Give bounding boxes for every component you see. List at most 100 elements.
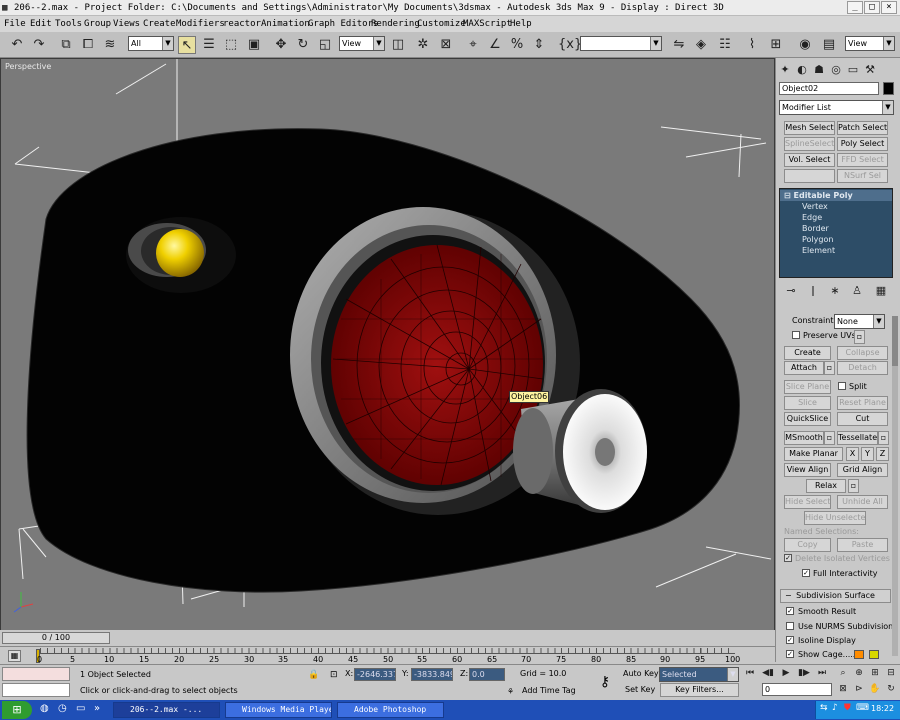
menu-create[interactable]: Create <box>143 16 176 32</box>
stack-editable-poly[interactable]: ⊟ Editable Poly <box>780 190 892 201</box>
bind-spacewarp-icon[interactable]: ≋ <box>101 36 119 54</box>
percent-snap-icon[interactable]: % <box>508 36 526 54</box>
pivot-center-icon[interactable]: ◫ <box>389 36 407 54</box>
select-object-icon[interactable]: ↖ <box>178 36 196 54</box>
planar-z-button[interactable]: Z <box>876 447 889 461</box>
time-slider[interactable]: 0 / 100 <box>2 632 110 644</box>
go-to-end-icon[interactable]: ⏭ <box>814 666 830 680</box>
msmooth-settings-button[interactable]: ▫ <box>824 431 835 445</box>
time-tag-icon[interactable]: ⚘ <box>507 687 517 697</box>
snaps-icon[interactable]: ⌖ <box>464 36 482 54</box>
select-manipulate-icon[interactable]: ✲ <box>414 36 432 54</box>
key-filters-button[interactable]: Key Filters... <box>660 683 739 697</box>
tessellate-button[interactable]: Tessellate <box>837 431 878 445</box>
paste-button[interactable]: Paste <box>837 538 888 552</box>
menu-modifiers[interactable]: Modifiers <box>176 16 225 32</box>
move-icon[interactable]: ✥ <box>272 36 290 54</box>
select-by-name-icon[interactable]: ☰ <box>200 36 218 54</box>
menu-customize[interactable]: Customize <box>417 16 466 32</box>
zoom-extents-all-icon[interactable]: ⊟ <box>884 666 898 680</box>
angle-snap-icon[interactable]: ∠ <box>486 36 504 54</box>
menu-graph-editors[interactable]: Graph Editors <box>308 16 378 32</box>
relax-button[interactable]: Relax <box>806 479 846 493</box>
render-type-dropdown[interactable]: View ▼ <box>845 36 895 51</box>
planar-y-button[interactable]: Y <box>861 447 874 461</box>
create-tab-icon[interactable]: ✦ <box>778 63 792 77</box>
scale-icon[interactable]: ◱ <box>316 36 334 54</box>
security-alert-icon[interactable]: ⛊ <box>844 703 851 713</box>
slice-button[interactable]: Slice <box>784 396 831 410</box>
copy-button[interactable]: Copy <box>784 538 831 552</box>
rect-region-icon[interactable]: ⬚ <box>222 36 240 54</box>
modifier-stack[interactable]: ⊟ Editable Poly Vertex Edge Border Polyg… <box>779 188 893 278</box>
cage-color-swatch-yellow[interactable] <box>869 650 879 659</box>
lock-selection-icon[interactable]: 🔒 <box>308 669 320 681</box>
keyboard-shortcut-icon[interactable]: ⊠ <box>437 36 455 54</box>
patch-select-button[interactable]: Patch Select <box>837 121 888 135</box>
menu-help[interactable]: Help <box>510 16 532 32</box>
rotate-icon[interactable]: ↻ <box>294 36 312 54</box>
hide-selected-button[interactable]: Hide Selected <box>784 495 831 509</box>
modify-tab-icon[interactable]: ◐ <box>795 63 809 77</box>
relax-settings-button[interactable]: ▫ <box>848 479 859 493</box>
unlink-icon[interactable]: ⧠ <box>79 36 97 54</box>
close-button[interactable]: × <box>881 1 897 14</box>
show-cage-checkbox[interactable]: ✓ <box>786 650 794 658</box>
motion-tab-icon[interactable]: ◎ <box>829 63 843 77</box>
undo-icon[interactable]: ↶ <box>8 36 26 54</box>
window-crossing-icon[interactable]: ▣ <box>245 36 263 54</box>
schematic-view-icon[interactable]: ⊞ <box>767 36 785 54</box>
menu-tools[interactable]: Tools <box>55 16 82 32</box>
stack-edge[interactable]: Edge <box>780 212 892 223</box>
ffd-select-button[interactable]: FFD Select <box>837 153 888 167</box>
field-of-view-icon[interactable]: ⊳ <box>852 682 866 696</box>
slice-plane-button[interactable]: Slice Plane <box>784 380 831 394</box>
delete-isolated-checkbox[interactable]: ✓ <box>784 554 792 562</box>
menu-file[interactable]: File <box>4 16 26 32</box>
create-button[interactable]: Create <box>784 346 831 360</box>
quickslice-button[interactable]: QuickSlice <box>784 412 831 426</box>
hide-unselected-button[interactable]: Hide Unselected <box>804 511 866 525</box>
isoline-display-checkbox[interactable]: ✓ <box>786 636 794 644</box>
start-button[interactable]: ⊞ <box>2 701 32 719</box>
task-3dsmax[interactable]: 206--2.max -... <box>113 702 220 718</box>
y-coordinate-field[interactable]: -3833.849 <box>411 668 453 681</box>
reference-coord-dropdown[interactable]: View ▼ <box>339 36 385 51</box>
perspective-viewport[interactable]: Perspective Object06 <box>0 58 775 638</box>
make-planar-button[interactable]: Make Planar <box>784 447 843 461</box>
menu-views[interactable]: Views <box>113 16 140 32</box>
preserve-uvs-settings-button[interactable]: ▫ <box>854 330 865 344</box>
remove-modifier-icon[interactable]: ♙ <box>850 284 864 298</box>
link-icon[interactable]: ⧉ <box>57 36 75 54</box>
named-selection-icon[interactable]: {x} <box>558 36 582 54</box>
play-icon[interactable]: ▶ <box>778 666 794 680</box>
spline-select-button[interactable]: SplineSelect <box>784 137 835 151</box>
stack-element[interactable]: Element <box>780 245 892 256</box>
ime-icon[interactable]: ⌨ <box>856 703 869 713</box>
auto-key-button[interactable]: Auto Key <box>623 668 659 680</box>
quicklaunch-media-icon[interactable]: ◷ <box>58 703 70 717</box>
reset-plane-button[interactable]: Reset Plane <box>837 396 888 410</box>
time-config-icon[interactable]: ⊠ <box>836 682 850 696</box>
object-name-field[interactable]: Object02 <box>779 82 879 95</box>
quicklaunch-desktop-icon[interactable]: ▭ <box>76 703 88 717</box>
empty-modifier-button[interactable] <box>784 169 835 183</box>
display-tab-icon[interactable]: ▭ <box>846 63 860 77</box>
attach-button[interactable]: Attach <box>784 361 824 375</box>
nsurf-sel-button[interactable]: NSurf Sel <box>837 169 888 183</box>
object-color-swatch[interactable] <box>883 82 894 95</box>
unhide-all-button[interactable]: Unhide All <box>837 495 888 509</box>
tessellate-settings-button[interactable]: ▫ <box>878 431 889 445</box>
zoom-all-icon[interactable]: ⊕ <box>852 666 866 680</box>
maxscript-listener-pink[interactable] <box>2 667 70 681</box>
zoom-extents-icon[interactable]: ⊞ <box>868 666 882 680</box>
pin-stack-icon[interactable]: ⊸ <box>784 284 798 298</box>
smooth-result-checkbox[interactable]: ✓ <box>786 607 794 615</box>
task-windows-media-player[interactable]: Windows Media Player <box>225 702 332 718</box>
zoom-icon[interactable]: ⌕ <box>836 666 850 680</box>
pan-icon[interactable]: ✋ <box>868 682 882 696</box>
set-key-button[interactable]: Set Key <box>625 684 655 696</box>
poly-select-button[interactable]: Poly Select <box>837 137 888 151</box>
menu-edit[interactable]: Edit <box>30 16 52 32</box>
grid-align-button[interactable]: Grid Align <box>837 463 888 477</box>
